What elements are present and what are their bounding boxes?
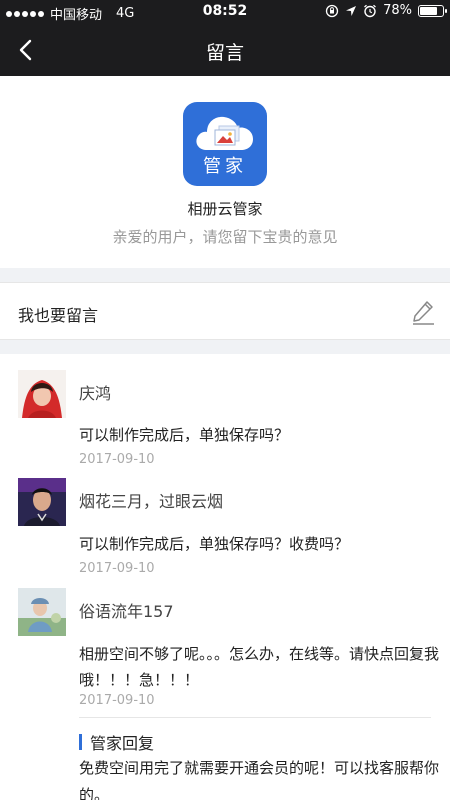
page-title: 留言 xyxy=(205,42,244,64)
logo-text: 管家 xyxy=(203,156,247,177)
location-icon xyxy=(346,5,357,16)
reply-title: 管家回复 xyxy=(90,734,155,753)
avatar[interactable] xyxy=(18,478,66,526)
comment-list: 庆鸿 可以制作完成后，单独保存吗？ 2017-09-10 烟花三月，过眼云烟 可… xyxy=(0,354,450,800)
alarm-icon xyxy=(364,4,377,17)
write-message-label: 我也要留言 xyxy=(18,306,99,325)
comment-username: 庆鸿 xyxy=(79,384,112,403)
comment-text: 相册空间不够了呢。。。怎么办，在线等。请快点回复我哦！！！急！！！ xyxy=(79,645,440,689)
comment-text: 可以制作完成后，单独保存吗？收费吗？ xyxy=(79,535,350,553)
comment-username: 俗语流年157 xyxy=(79,602,174,621)
comment-text: 可以制作完成后，单独保存吗？ xyxy=(79,426,290,444)
app-logo: 管家 xyxy=(183,102,267,186)
pencil-icon[interactable] xyxy=(410,299,436,325)
section-divider xyxy=(0,340,450,354)
app-subtitle: 亲爱的用户，请您留下宝贵的意见 xyxy=(112,228,338,246)
comment-date: 2017-09-10 xyxy=(79,452,155,467)
avatar[interactable] xyxy=(18,588,66,636)
reply-heading: 管家回复 xyxy=(79,730,154,754)
comment-date: 2017-09-10 xyxy=(79,693,155,708)
reply-text: 免费空间用完了就需要开通会员的呢！可以找客服帮你的。 xyxy=(79,759,440,800)
app-name: 相册云管家 xyxy=(187,200,263,218)
app-header: 管家 相册云管家 亲爱的用户，请您留下宝贵的意见 xyxy=(0,76,450,268)
navigation-bar: 留言 xyxy=(0,24,450,76)
rotation-lock-icon xyxy=(325,4,339,17)
battery-percent: 78% xyxy=(383,3,412,18)
section-divider xyxy=(0,268,450,282)
cloud-photo-icon xyxy=(196,116,253,150)
comment-username: 烟花三月，过眼云烟 xyxy=(79,492,224,511)
write-message-row[interactable]: 我也要留言 xyxy=(0,282,450,340)
reply-accent-bar xyxy=(79,734,82,750)
reply-divider xyxy=(79,717,431,718)
avatar[interactable] xyxy=(18,370,66,418)
status-bar: 中国移动 4G 08:52 78% xyxy=(0,0,450,24)
battery-icon xyxy=(418,4,447,17)
comment-date: 2017-09-10 xyxy=(79,561,155,576)
